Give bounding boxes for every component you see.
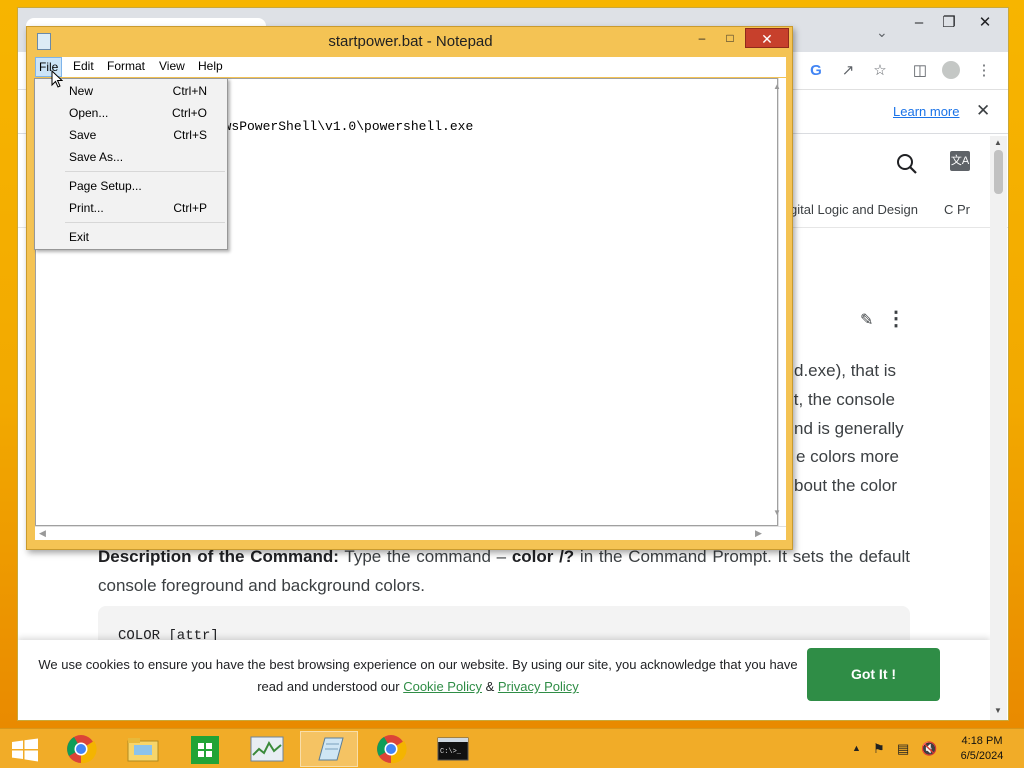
cookie-banner: We use cookies to ensure you have the be… (18, 640, 990, 720)
action-center-flag-icon[interactable]: ⚑ (873, 741, 885, 757)
menu-item-label: Page Setup... (69, 179, 142, 193)
paragraph-line: nd is generally (794, 419, 904, 438)
windows-start-icon[interactable] (10, 738, 40, 762)
paragraph-line: e colors more (796, 447, 899, 466)
menu-item-open[interactable]: Open... Ctrl+O (36, 102, 226, 124)
paragraph-line: lt, the console (790, 390, 895, 409)
cookie-amp: & (481, 679, 498, 694)
notepad-title: startpower.bat - Notepad (328, 33, 493, 50)
menu-separator (65, 222, 225, 223)
scroll-thumb[interactable] (994, 150, 1003, 194)
taskbar-chrome-icon[interactable] (362, 731, 420, 767)
scroll-down-icon[interactable]: ▼ (773, 508, 781, 517)
nav-item-c-programming[interactable]: C Pr (944, 202, 970, 217)
menu-view[interactable]: View (159, 59, 185, 73)
menu-item-label: Save As... (69, 150, 124, 164)
taskbar-notepad-icon[interactable] (300, 731, 358, 767)
notepad-minimize-button[interactable]: – (689, 29, 715, 47)
menu-help[interactable]: Help (198, 59, 223, 73)
google-icon[interactable]: G (806, 61, 826, 81)
menu-edit[interactable]: Edit (73, 59, 94, 73)
menu-item-shortcut: Ctrl+O (171, 106, 207, 120)
menu-format[interactable]: Format (107, 59, 145, 73)
page-scrollbar[interactable]: ▲ ▼ (990, 136, 1007, 720)
taskbar-store-icon[interactable] (176, 731, 234, 767)
privacy-policy-link[interactable]: Privacy Policy (498, 679, 579, 694)
infobar-close-icon[interactable]: ✕ (976, 101, 990, 121)
bookmark-star-icon[interactable]: ☆ (870, 61, 890, 81)
side-panel-icon[interactable]: ◫ (910, 61, 930, 81)
scroll-left-icon[interactable]: ◀ (39, 528, 46, 539)
browser-minimize-button[interactable]: – (904, 12, 934, 36)
learn-more-link[interactable]: Learn more (893, 104, 959, 119)
tab-search-chevron-icon[interactable]: ⌄ (876, 24, 888, 41)
mouse-cursor-icon (51, 70, 63, 88)
menu-item-label: Open... (69, 106, 109, 120)
taskbar: C:\>_ ▲ ⚑ ▤ 🔇 4:18 PM 6/5/2024 (0, 728, 1024, 768)
cookie-text: We use cookies to ensure you have the be… (38, 654, 798, 698)
menu-item-label: Print... (69, 201, 104, 215)
network-icon[interactable]: ▤ (897, 741, 909, 757)
scroll-right-icon[interactable]: ▶ (755, 528, 762, 539)
menu-item-shortcut: Ctrl+P (173, 201, 207, 215)
menu-item-exit[interactable]: Exit (36, 226, 226, 248)
taskbar-chrome-icon[interactable] (52, 731, 110, 767)
translate-icon[interactable]: 文A (950, 151, 970, 171)
menu-item-new[interactable]: New Ctrl+N (36, 80, 226, 102)
notepad-horizontal-scrollbar[interactable]: ◀ ▶ (35, 526, 786, 540)
chrome-menu-icon[interactable]: ⋮ (974, 61, 994, 81)
nav-item-digital-logic[interactable]: gital Logic and Design (790, 202, 918, 217)
volume-muted-icon[interactable]: 🔇 (921, 741, 937, 757)
menu-item-shortcut: Ctrl+S (173, 128, 207, 142)
taskbar-task-manager-icon[interactable] (238, 731, 296, 767)
paragraph-line: d.exe), that is (794, 361, 897, 380)
menu-item-save[interactable]: Save Ctrl+S (36, 124, 226, 146)
notepad-close-button[interactable]: ✕ (745, 28, 789, 48)
more-options-icon[interactable]: ⋮ (886, 306, 906, 331)
clock-date: 6/5/2024 (960, 750, 1004, 762)
show-hidden-icons-icon[interactable]: ▲ (852, 743, 861, 753)
paragraph-line: bout the color (794, 476, 898, 495)
notepad-maximize-button[interactable]: □ (717, 29, 743, 47)
menu-item-label: Save (69, 128, 97, 142)
menu-item-save-as[interactable]: Save As... (36, 146, 226, 168)
notepad-menubar: File Edit Format View Help (35, 57, 786, 77)
menu-item-shortcut: Ctrl+N (172, 84, 207, 98)
notepad-content: dowsPowerShell\v1.0\powershell.exe (208, 119, 474, 134)
browser-close-button[interactable]: ✕ (970, 12, 1000, 36)
menu-item-label: Exit (69, 230, 90, 244)
edit-pencil-icon[interactable]: ✎ (860, 310, 873, 330)
browser-maximize-button[interactable]: ❐ (934, 12, 964, 36)
scroll-up-icon[interactable]: ▲ (994, 138, 1002, 147)
share-icon[interactable]: ↗ (838, 61, 858, 81)
cmd-prompt-glyph: C:\>_ (440, 748, 462, 756)
file-menu-dropdown: New Ctrl+N Open... Ctrl+O Save Ctrl+S Sa… (34, 78, 228, 250)
menu-item-label: New (69, 84, 94, 98)
menu-separator (65, 171, 225, 172)
taskbar-file-explorer-icon[interactable] (114, 731, 172, 767)
scroll-up-icon[interactable]: ▲ (773, 82, 781, 91)
menu-item-print[interactable]: Print... Ctrl+P (36, 197, 226, 219)
command-description: Description of the Command: Type the com… (98, 542, 910, 600)
search-icon[interactable] (896, 153, 918, 175)
profile-icon[interactable] (942, 61, 962, 81)
taskbar-command-prompt-icon[interactable]: C:\>_ (424, 731, 482, 767)
notepad-vertical-scrollbar[interactable]: ▲ ▼ (773, 78, 786, 526)
cookie-policy-link[interactable]: Cookie Policy (403, 679, 482, 694)
scroll-down-icon[interactable]: ▼ (994, 706, 1002, 715)
got-it-button[interactable]: Got It ! (807, 648, 940, 701)
menu-item-page-setup[interactable]: Page Setup... (36, 175, 226, 197)
clock-time: 4:18 PM (961, 735, 1003, 747)
taskbar-clock[interactable]: 4:18 PM 6/5/2024 (948, 734, 1016, 764)
